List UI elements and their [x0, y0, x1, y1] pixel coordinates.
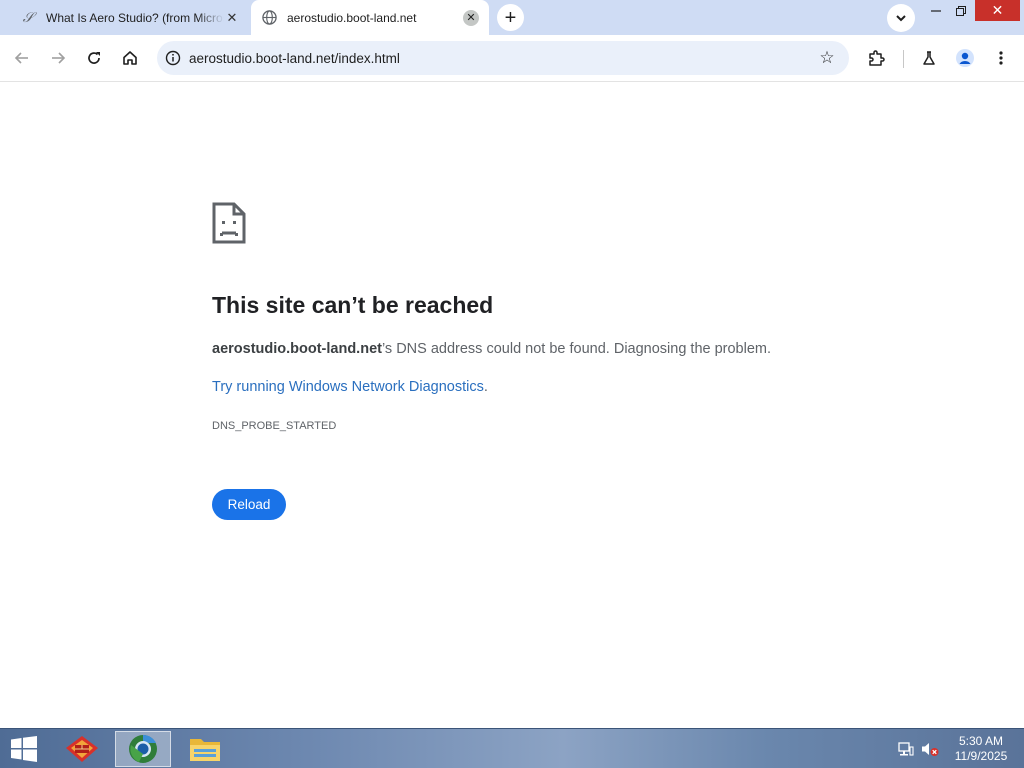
- close-window-button[interactable]: ✕: [975, 0, 1020, 21]
- more-vert-icon: [999, 51, 1003, 65]
- reload-button[interactable]: Reload: [212, 489, 286, 520]
- error-code: DNS_PROBE_STARTED: [212, 420, 337, 432]
- tab-strip: 𝒮 What Is Aero Studio? (from Microsoft) …: [0, 0, 1024, 35]
- windows-logo-icon: [11, 736, 37, 762]
- error-host: aerostudio.boot-land.net: [212, 341, 382, 357]
- restore-button[interactable]: [950, 0, 972, 21]
- clock-date: 11/9/2025: [954, 749, 1008, 763]
- url-text[interactable]: aerostudio.boot-land.net/index.html: [189, 51, 815, 66]
- chevron-down-icon: [896, 15, 906, 22]
- tab-aero-studio[interactable]: 𝒮 What Is Aero Studio? (from Microsoft) …: [10, 0, 250, 35]
- network-tray-button[interactable]: [896, 729, 916, 768]
- taskbar-file-explorer[interactable]: [177, 731, 233, 767]
- profile-button[interactable]: [950, 43, 980, 73]
- network-icon: [898, 742, 914, 756]
- tab-search-button[interactable]: [887, 4, 915, 32]
- browser-app-icon: [129, 734, 157, 763]
- toolbar: aerostudio.boot-land.net/index.html ☆: [0, 35, 1024, 82]
- puzzle-icon: [869, 50, 885, 66]
- suggestion-period: .: [483, 379, 488, 395]
- home-button[interactable]: [115, 43, 145, 73]
- network-diagnostics-link[interactable]: Try running Windows Network Diagnostics: [212, 379, 484, 395]
- forward-button[interactable]: [43, 43, 73, 73]
- extensions-button[interactable]: [861, 43, 891, 73]
- error-title: This site can’t be reached: [212, 292, 494, 318]
- globe-icon: [261, 10, 277, 26]
- volume-muted-icon: [922, 743, 939, 756]
- system-clock[interactable]: 5:30 AM 11/9/2025: [948, 734, 1014, 764]
- site-info-icon[interactable]: [165, 50, 181, 66]
- error-description: aerostudio.boot-land.net’s DNS address c…: [212, 341, 771, 357]
- taskbar-browser-app[interactable]: [115, 731, 171, 767]
- taskbar-firewall-app[interactable]: [54, 731, 110, 767]
- taskbar: 5:30 AM 11/9/2025: [0, 728, 1024, 768]
- close-icon[interactable]: ✕: [463, 9, 479, 26]
- bookmark-star-icon[interactable]: ☆: [815, 46, 839, 70]
- script-s-icon: 𝒮: [22, 9, 34, 26]
- address-bar[interactable]: aerostudio.boot-land.net/index.html ☆: [157, 41, 849, 75]
- flask-icon: [923, 51, 935, 65]
- close-icon: ✕: [991, 2, 1004, 18]
- tab-title: What Is Aero Studio? (from Microsoft): [46, 10, 224, 25]
- close-icon[interactable]: ✕: [224, 10, 240, 26]
- arrow-left-icon: [14, 52, 28, 64]
- error-description-text: ’s DNS address could not be found. Diagn…: [381, 341, 772, 357]
- minimize-button[interactable]: [925, 0, 947, 21]
- file-explorer-icon: [190, 739, 220, 761]
- reload-toolbar-button[interactable]: [79, 43, 109, 73]
- screen: 𝒮 What Is Aero Studio? (from Microsoft) …: [0, 0, 1024, 768]
- volume-tray-button[interactable]: [920, 729, 940, 768]
- restore-icon: [956, 5, 966, 16]
- tab-aerostudio-site[interactable]: aerostudio.boot-land.net ✕: [251, 0, 489, 35]
- menu-button[interactable]: [986, 43, 1016, 73]
- arrow-right-icon: [52, 52, 66, 64]
- back-button[interactable]: [7, 43, 37, 73]
- labs-button[interactable]: [914, 43, 944, 73]
- new-tab-button[interactable]: +: [497, 4, 524, 31]
- minimize-icon: [931, 9, 941, 12]
- home-icon: [123, 51, 137, 65]
- sad-document-icon: [212, 202, 246, 244]
- tab-title: aerostudio.boot-land.net: [287, 10, 417, 25]
- error-page: This site can’t be reached aerostudio.bo…: [0, 82, 1024, 728]
- toolbar-separator: [903, 50, 904, 68]
- avatar-icon: [956, 49, 974, 67]
- clock-time: 5:30 AM: [958, 734, 1004, 748]
- reload-icon: [88, 52, 100, 64]
- start-button[interactable]: [0, 729, 48, 768]
- error-suggestion: Try running Windows Network Diagnostics.: [212, 379, 488, 395]
- firewall-app-icon: [66, 736, 98, 762]
